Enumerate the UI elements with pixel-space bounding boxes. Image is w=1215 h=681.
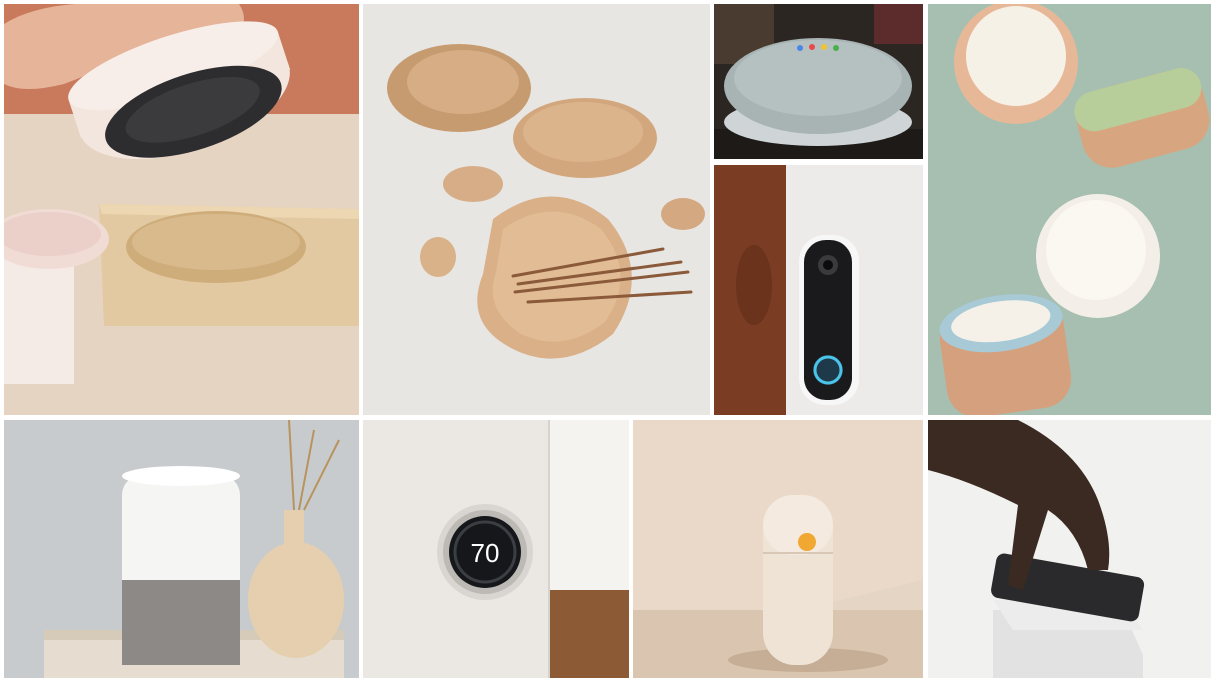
photo-tile-wooden-pebbles (363, 4, 710, 415)
photo-tile-doorbell (714, 165, 923, 415)
photo-tile-thermostat: 70 (363, 420, 629, 678)
photo-tile-mini-speaker (714, 4, 923, 159)
photo-tile-speaker-base (4, 4, 359, 415)
thermostat-reading: 70 (471, 538, 500, 568)
photo-tile-capsule-device (633, 420, 923, 678)
photo-tile-home-speaker (4, 420, 359, 678)
photo-tile-candles (928, 4, 1211, 415)
photo-tile-charging-pad (928, 420, 1211, 678)
